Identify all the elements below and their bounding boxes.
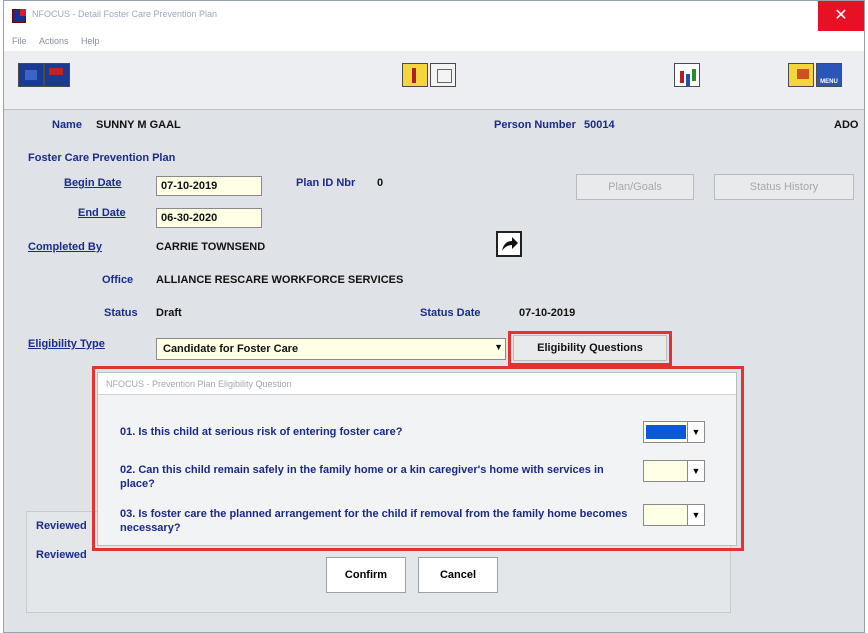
- confirm-button[interactable]: Confirm: [326, 557, 406, 593]
- forward-arrow-icon[interactable]: [496, 231, 522, 257]
- chevron-down-icon[interactable]: ▼: [494, 342, 503, 352]
- person-number-value: 50014: [584, 119, 615, 131]
- menu-help[interactable]: Help: [81, 36, 100, 46]
- notes-icon[interactable]: [430, 63, 456, 87]
- back-icon[interactable]: [18, 63, 44, 87]
- menu-icon[interactable]: MENU: [816, 63, 842, 87]
- plan-id-label: Plan ID Nbr: [296, 177, 356, 189]
- chart-icon[interactable]: [674, 63, 700, 87]
- cancel-button[interactable]: Cancel: [418, 557, 498, 593]
- office-label: Office: [102, 274, 134, 286]
- document-icon[interactable]: [44, 63, 70, 87]
- person-number-label: Person Number: [494, 119, 576, 131]
- status-history-button[interactable]: Status History: [714, 174, 854, 200]
- window-title: NFOCUS - Detail Foster Care Prevention P…: [32, 9, 218, 19]
- reviewed-label-2: Reviewed: [36, 549, 87, 561]
- end-date-input[interactable]: 06-30-2020: [156, 208, 262, 228]
- app-logo-icon: [12, 9, 26, 23]
- completed-by-value: CARRIE TOWNSEND: [156, 241, 266, 253]
- status-date-label: Status Date: [420, 307, 481, 319]
- plan-goals-button[interactable]: Plan/Goals: [576, 174, 694, 200]
- end-date-label[interactable]: End Date: [78, 207, 126, 219]
- toolbar: MENU: [4, 51, 864, 110]
- menu-file[interactable]: File: [12, 36, 27, 46]
- menu-bar: File Actions Help: [4, 31, 864, 51]
- case-folder-icon[interactable]: [402, 63, 428, 87]
- person-code: ADO: [834, 119, 859, 131]
- begin-date-input[interactable]: 07-10-2019: [156, 176, 262, 196]
- begin-date-label[interactable]: Begin Date: [64, 177, 121, 189]
- eligibility-questions-button[interactable]: Eligibility Questions: [513, 335, 667, 361]
- status-label: Status: [104, 307, 138, 319]
- name-value: SUNNY M GAAL: [96, 119, 181, 131]
- status-date-value: 07-10-2019: [519, 307, 576, 319]
- reviewed-label-1: Reviewed: [36, 520, 87, 532]
- close-button[interactable]: ✕: [818, 1, 864, 31]
- status-value: Draft: [156, 307, 182, 319]
- eligibility-type-value: Candidate for Foster Care: [163, 343, 299, 355]
- open-folder-icon[interactable]: [788, 63, 814, 87]
- completed-by-label[interactable]: Completed By: [28, 241, 102, 253]
- section-title: Foster Care Prevention Plan: [28, 152, 176, 164]
- title-bar: NFOCUS - Detail Foster Care Prevention P…: [4, 1, 864, 31]
- dialog-highlight: [92, 366, 744, 551]
- eligibility-type-select[interactable]: Candidate for Foster Care ▼: [156, 338, 506, 360]
- eligibility-type-label[interactable]: Eligibility Type: [28, 338, 105, 350]
- office-value: ALLIANCE RESCARE WORKFORCE SERVICES: [156, 274, 404, 286]
- plan-id-value: 0: [377, 177, 384, 189]
- name-label: Name: [52, 119, 82, 131]
- app-window: NFOCUS - Detail Foster Care Prevention P…: [3, 0, 865, 633]
- menu-actions[interactable]: Actions: [39, 36, 69, 46]
